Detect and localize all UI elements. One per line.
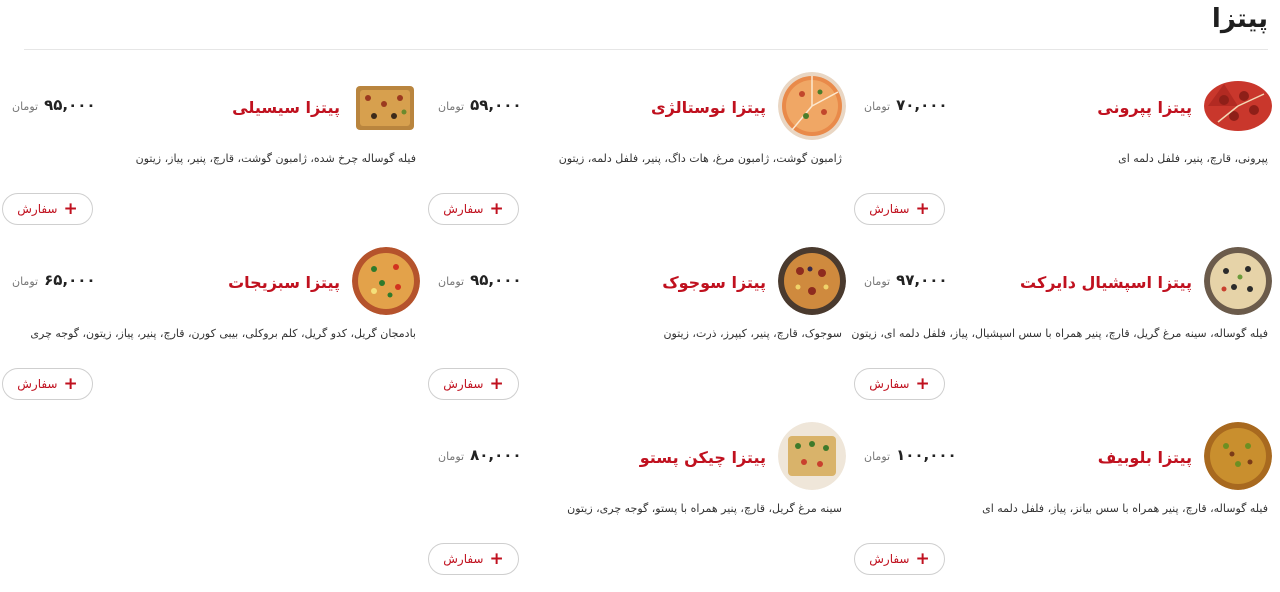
menu-item-card: پیتزا نوستالژی ۵۹,۰۰۰ تومان ژامبون گوشت،… <box>426 62 846 237</box>
plus-icon: + <box>489 548 504 569</box>
order-button[interactable]: + سفارش <box>854 368 945 400</box>
special-direct-pizza-image <box>1204 247 1272 315</box>
currency-label: تومان <box>438 450 465 463</box>
sicilian-pizza-image <box>354 84 416 132</box>
menu-item-card: پیتزا سوجوک ۹۵,۰۰۰ تومان سوجوک، قارچ، پن… <box>426 237 846 412</box>
item-name: پیتزا چیکن پستو <box>639 448 766 467</box>
item-name: پیتزا پپرونی <box>1097 98 1192 117</box>
price: ۷۰,۰۰۰ تومان <box>864 96 948 114</box>
price: ۸۰,۰۰۰ تومان <box>438 446 522 464</box>
price: ۱۰۰,۰۰۰ تومان <box>864 446 957 464</box>
order-button[interactable]: + سفارش <box>854 193 945 225</box>
order-button-label: سفارش <box>869 552 910 566</box>
item-description: ژامبون گوشت، ژامبون مرغ، هات داگ، پنیر، … <box>558 152 842 165</box>
item-name: پیتزا سیسیلی <box>232 98 340 117</box>
menu-grid: پیتزا پپرونی ۷۰,۰۰۰ تومان پپرونی، قارچ، … <box>2 62 1272 587</box>
item-name: پیتزا بلوبیف <box>1097 448 1192 467</box>
order-button-label: سفارش <box>443 377 484 391</box>
item-name: پیتزا سبزیجات <box>228 273 340 292</box>
item-name: پیتزا سوجوک <box>662 273 766 292</box>
item-description: فیله گوساله، قارچ، پنیر همراه با سس بیان… <box>982 502 1268 515</box>
order-button-label: سفارش <box>443 552 484 566</box>
plus-icon: + <box>489 373 504 394</box>
section-title: پیتزا <box>1211 4 1268 34</box>
pepperoni-pizza-image <box>1204 72 1272 140</box>
item-description: سوجوک، قارچ، پنیر، کیپرز، ذرت، زیتون <box>663 327 842 340</box>
price: ۵۹,۰۰۰ تومان <box>438 96 522 114</box>
plus-icon: + <box>489 198 504 219</box>
item-description: پپرونی، قارچ، پنیر، فلفل دلمه ای <box>1118 152 1268 165</box>
price: ۹۷,۰۰۰ تومان <box>864 271 948 289</box>
order-button-label: سفارش <box>869 377 910 391</box>
item-description: فیله گوساله چرخ شده، ژامبون گوشت، قارچ، … <box>135 152 416 165</box>
item-description: سینه مرغ گریل، قارچ، پنیر همراه با پستو،… <box>567 502 842 515</box>
chicken-pesto-pizza-image <box>778 422 846 490</box>
currency-label: تومان <box>864 100 891 113</box>
currency-label: تومان <box>438 100 465 113</box>
price-value: ۹۵,۰۰۰ <box>470 271 522 289</box>
order-button[interactable]: + سفارش <box>2 193 93 225</box>
price-value: ۵۹,۰۰۰ <box>470 96 522 114</box>
price: ۹۵,۰۰۰ تومان <box>12 96 96 114</box>
menu-item-card: پیتزا سیسیلی ۹۵,۰۰۰ تومان فیله گوساله چر… <box>0 62 420 237</box>
order-button[interactable]: + سفارش <box>428 193 519 225</box>
item-name: پیتزا اسپشیال دایرکت <box>1020 273 1192 292</box>
menu-item-card: پیتزا سبزیجات ۶۵,۰۰۰ تومان بادمجان گریل،… <box>0 237 420 412</box>
price-value: ۸۰,۰۰۰ <box>470 446 522 464</box>
item-description: فیله گوساله، سینه مرغ گریل، قارچ، پنیر ه… <box>851 327 1268 340</box>
order-button-label: سفارش <box>17 377 58 391</box>
blue-beef-pizza-image <box>1204 422 1272 490</box>
menu-item-card: پیتزا چیکن پستو ۸۰,۰۰۰ تومان سینه مرغ گر… <box>426 412 846 587</box>
order-button[interactable]: + سفارش <box>854 543 945 575</box>
item-name: پیتزا نوستالژی <box>650 98 766 117</box>
order-button-label: سفارش <box>869 202 910 216</box>
vegetable-pizza-image <box>352 247 420 315</box>
plus-icon: + <box>915 198 930 219</box>
currency-label: تومان <box>864 275 891 288</box>
item-description: بادمجان گریل، کدو گریل، کلم بروکلی، بیبی… <box>30 327 416 340</box>
nostalgia-pizza-image <box>778 72 846 140</box>
plus-icon: + <box>63 198 78 219</box>
plus-icon: + <box>915 373 930 394</box>
order-button[interactable]: + سفارش <box>428 368 519 400</box>
menu-page: پیتزا پیتزا پپرونی ۷۰,۰۰۰ تومان پپرونی، … <box>0 0 1280 592</box>
sujuk-pizza-image <box>778 247 846 315</box>
currency-label: تومان <box>12 275 39 288</box>
price-value: ۱۰۰,۰۰۰ <box>896 446 957 464</box>
menu-item-card: پیتزا بلوبیف ۱۰۰,۰۰۰ تومان فیله گوساله، … <box>852 412 1272 587</box>
price-value: ۷۰,۰۰۰ <box>896 96 948 114</box>
price-value: ۶۵,۰۰۰ <box>44 271 96 289</box>
price-value: ۹۵,۰۰۰ <box>44 96 96 114</box>
currency-label: تومان <box>438 275 465 288</box>
currency-label: تومان <box>864 450 891 463</box>
plus-icon: + <box>63 373 78 394</box>
order-button-label: سفارش <box>17 202 58 216</box>
plus-icon: + <box>915 548 930 569</box>
price-value: ۹۷,۰۰۰ <box>896 271 948 289</box>
order-button-label: سفارش <box>443 202 484 216</box>
menu-item-card: پیتزا پپرونی ۷۰,۰۰۰ تومان پپرونی، قارچ، … <box>852 62 1272 237</box>
price: ۶۵,۰۰۰ تومان <box>12 271 96 289</box>
price: ۹۵,۰۰۰ تومان <box>438 271 522 289</box>
order-button[interactable]: + سفارش <box>428 543 519 575</box>
order-button[interactable]: + سفارش <box>2 368 93 400</box>
menu-item-card: پیتزا اسپشیال دایرکت ۹۷,۰۰۰ تومان فیله گ… <box>851 237 1272 412</box>
currency-label: تومان <box>12 100 39 113</box>
divider <box>24 49 1268 50</box>
